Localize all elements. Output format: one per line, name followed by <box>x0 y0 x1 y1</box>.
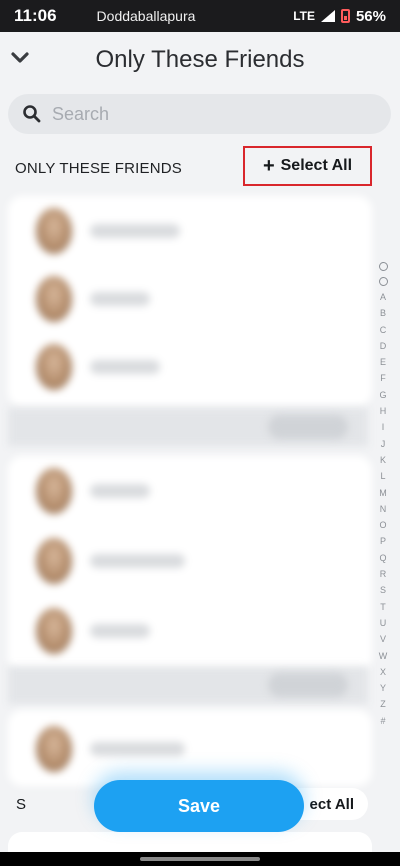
alphabet-letter[interactable]: S <box>379 582 388 598</box>
status-indicators: LTE 56% <box>293 8 386 25</box>
friend-name-blurred <box>90 742 185 756</box>
alphabet-letter[interactable]: A <box>379 289 388 305</box>
alphabet-letter[interactable]: R <box>379 566 388 582</box>
status-bar: 11:06 Doddaballapura LTE 56% <box>0 0 400 32</box>
alphabet-letter[interactable]: O <box>379 517 388 533</box>
alphabet-index[interactable]: A B C D E F G H I J K L M N O P Q R S T U V W X Y Z # <box>376 259 390 729</box>
select-all-button[interactable]: + Select All <box>243 146 372 186</box>
friend-name-blurred <box>90 360 160 374</box>
smiley-icon[interactable] <box>378 262 388 271</box>
list-item[interactable] <box>8 596 372 666</box>
avatar <box>36 208 72 254</box>
header: Only These Friends <box>0 32 400 88</box>
avatar <box>36 538 72 584</box>
network-type: LTE <box>293 9 315 23</box>
list-item[interactable] <box>8 456 372 526</box>
battery-icon <box>340 9 350 23</box>
list-item[interactable] <box>8 714 372 784</box>
search-icon <box>23 105 41 123</box>
group-select-all-blurred <box>268 415 348 439</box>
plus-icon: + <box>262 155 275 177</box>
alphabet-letter[interactable]: P <box>379 533 388 549</box>
chevron-down-icon[interactable] <box>10 48 30 68</box>
friend-list-card <box>8 196 372 406</box>
alphabet-letter[interactable]: C <box>379 322 388 338</box>
page-title: Only These Friends <box>95 46 305 73</box>
alphabet-letter[interactable]: T <box>379 599 388 615</box>
alphabet-letter[interactable]: J <box>379 436 388 452</box>
alphabet-letter[interactable]: D <box>379 338 388 354</box>
alphabet-letter[interactable]: E <box>379 354 388 370</box>
alphabet-letter[interactable]: U <box>379 615 388 631</box>
friend-list-card <box>8 456 372 672</box>
home-handle[interactable] <box>140 857 260 861</box>
signal-icon <box>320 10 335 22</box>
alphabet-letter[interactable]: B <box>379 305 388 321</box>
friend-name-blurred <box>90 292 150 306</box>
friend-name-blurred <box>90 224 180 238</box>
alphabet-letter[interactable]: G <box>379 387 388 403</box>
alphabet-letter[interactable]: Y <box>379 680 388 696</box>
status-time: 11:06 <box>14 6 57 25</box>
avatar <box>36 726 72 772</box>
battery-percent: 56% <box>355 7 386 25</box>
search-bar[interactable] <box>8 94 391 134</box>
alphabet-letter[interactable]: W <box>379 648 388 664</box>
alphabet-letter[interactable]: L <box>379 468 388 484</box>
alphabet-letter[interactable]: F <box>379 370 388 386</box>
friend-name-blurred <box>90 484 150 498</box>
save-button[interactable]: Save <box>94 780 304 832</box>
alphabet-letter[interactable]: Q <box>379 550 388 566</box>
avatar <box>36 608 72 654</box>
alphabet-letters[interactable]: A B C D E F G H I J K L M N O P Q R S T U V W X Y Z # <box>379 289 388 729</box>
alphabet-letter[interactable]: X <box>379 664 388 680</box>
alphabet-letter[interactable]: V <box>379 631 388 647</box>
status-carrier: Doddaballapura <box>96 8 196 24</box>
alphabet-letter[interactable]: M <box>379 485 388 501</box>
friend-name-blurred <box>90 624 150 638</box>
search-input[interactable] <box>52 103 352 125</box>
select-all-label: Select All <box>280 157 353 174</box>
list-item[interactable] <box>8 526 372 596</box>
friend-name-blurred <box>90 554 185 568</box>
list-item[interactable] <box>8 332 372 402</box>
clock-icon[interactable] <box>378 277 388 286</box>
group-select-all-blurred <box>268 673 348 697</box>
avatar <box>36 276 72 322</box>
alphabet-letter[interactable]: N <box>379 501 388 517</box>
alphabet-letter[interactable]: I <box>379 419 388 435</box>
friend-list-card <box>8 710 372 786</box>
list-item[interactable] <box>8 196 372 266</box>
alphabet-letter[interactable]: H <box>379 403 388 419</box>
alphabet-letter[interactable]: Z <box>379 696 388 712</box>
alphabet-letter[interactable]: K <box>379 452 388 468</box>
alphabet-letter[interactable]: # <box>379 713 388 729</box>
section-label: ONLY THESE FRIENDS <box>15 160 182 177</box>
section-letter: S <box>16 796 27 813</box>
avatar <box>36 468 72 514</box>
avatar <box>36 344 72 390</box>
list-item[interactable] <box>8 264 372 334</box>
